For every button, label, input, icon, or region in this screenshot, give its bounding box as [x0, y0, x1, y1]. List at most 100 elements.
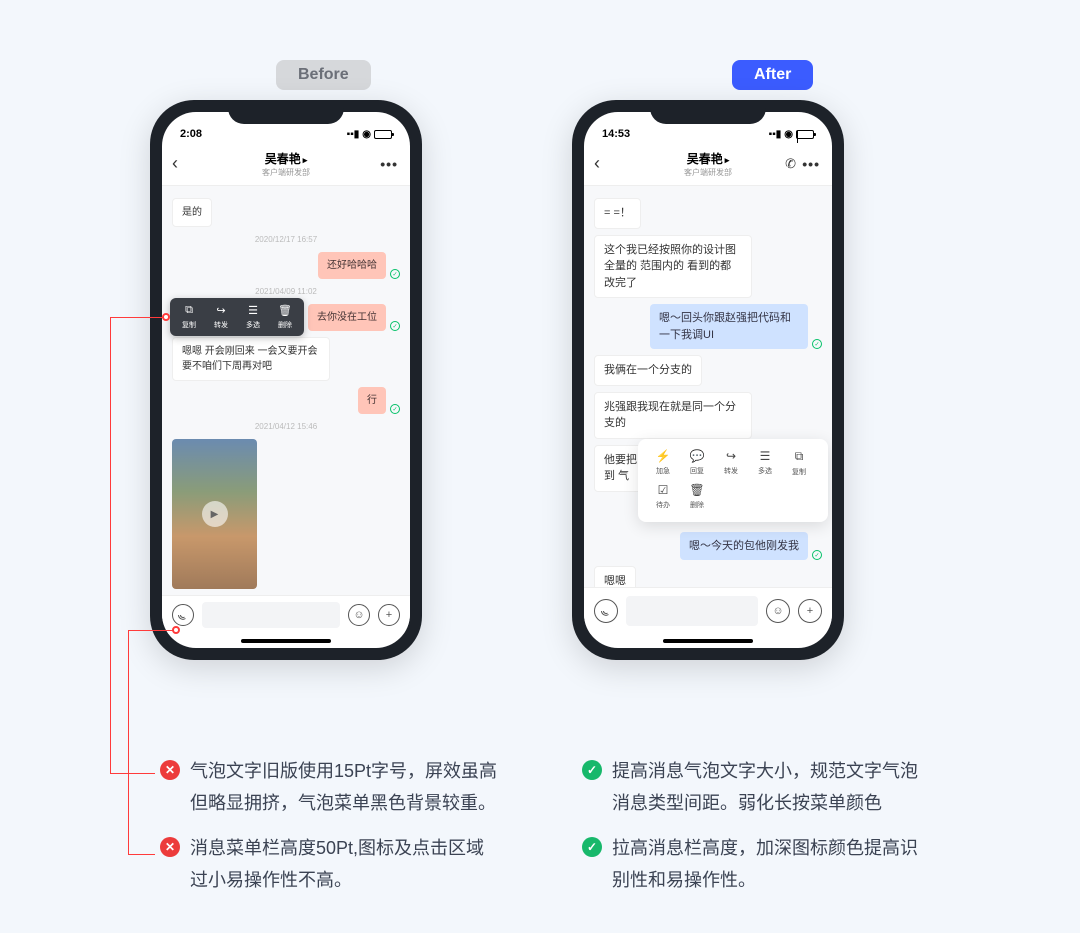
- chat-header: ‹ 吴春艳▸ 客户端研发部 •••: [162, 142, 410, 186]
- read-icon: ✓: [390, 404, 400, 414]
- copy-icon: ⧉: [795, 449, 804, 464]
- check-icon: ✓: [582, 760, 602, 780]
- callout-line: [110, 317, 111, 773]
- multi-icon: ☰: [760, 449, 771, 463]
- input-bar: ☺ +: [162, 595, 410, 634]
- delete-icon: 🗑: [278, 304, 292, 317]
- contact-dept: 客户端研发部: [684, 167, 732, 178]
- status-icons: ▪▪▮ ◉: [347, 129, 392, 140]
- timestamp: 2020/12/17 16:57: [172, 235, 400, 244]
- cross-icon: ✕: [160, 760, 180, 780]
- menu-delete[interactable]: 🗑删除: [270, 304, 300, 330]
- read-icon: ✓: [390, 269, 400, 279]
- note-item: ✕ 气泡文字旧版使用15Pt字号，屏效虽高但略显拥挤，气泡菜单黑色背景较重。: [160, 756, 500, 819]
- msg-in[interactable]: 嗯嗯: [594, 566, 636, 587]
- badge-after: After: [732, 60, 813, 90]
- msg-out[interactable]: 嗯～回头你跟赵强把代码和一下我调UI: [650, 304, 808, 349]
- contact-title[interactable]: 吴春艳▸: [684, 150, 732, 167]
- copy-icon: ⧉: [185, 304, 193, 317]
- callout-line: [128, 854, 155, 855]
- context-menu-light[interactable]: ⚡加急 💬回复 ↪转发 ☰多选 ⧉复制 ☑待办 🗑删除: [638, 439, 828, 522]
- timestamp: 2021/04/12 15:46: [172, 422, 400, 431]
- contact-title[interactable]: 吴春艳▸: [262, 150, 310, 167]
- phone-after: 14:53 ▪▪▮ ◉ ‹ 吴春艳▸ 客户端研发部 ✆ ••• = =！ 这个我…: [572, 100, 844, 660]
- menu-copy[interactable]: ⧉复制: [174, 304, 204, 330]
- delete-icon: 🗑: [689, 483, 704, 497]
- urgent-icon: ⚡: [656, 449, 671, 463]
- msg-out[interactable]: 行: [358, 387, 386, 414]
- more-button[interactable]: •••: [802, 156, 820, 172]
- battery-icon: [374, 130, 392, 139]
- back-button[interactable]: ‹: [594, 153, 600, 174]
- msg-in[interactable]: 嗯嗯 开会刚回来 一会又要开会 要不咱们下周再对吧: [172, 337, 330, 381]
- back-button[interactable]: ‹: [172, 153, 178, 174]
- menu-delete[interactable]: 🗑删除: [680, 483, 714, 510]
- menu-multi[interactable]: ☰多选: [748, 449, 782, 477]
- video-message[interactable]: ▶: [172, 439, 257, 589]
- msg-out[interactable]: 去你没在工位: [308, 304, 386, 331]
- menu-reply[interactable]: 💬回复: [680, 449, 714, 477]
- menu-forward[interactable]: ↪转发: [206, 304, 236, 330]
- voice-button[interactable]: [172, 604, 194, 626]
- badge-before: Before: [276, 60, 371, 90]
- call-button[interactable]: ✆: [785, 156, 796, 172]
- timestamp: 2021/04/09 11:02: [172, 287, 400, 296]
- msg-in[interactable]: 兆强跟我现在就是同一个分支的: [594, 392, 752, 439]
- voice-button[interactable]: [594, 599, 618, 623]
- note-text: 拉高消息栏高度，加深图标颜色提高识别性和易操作性。: [612, 833, 922, 896]
- msg-in[interactable]: = =！: [594, 198, 641, 229]
- note-text: 提高消息气泡文字大小，规范文字气泡消息类型间距。弱化长按菜单颜色: [612, 756, 922, 819]
- forward-icon: ↪: [216, 304, 225, 317]
- phone-before: 2:08 ▪▪▮ ◉ ‹ 吴春艳▸ 客户端研发部 ••• 是的 2020/12/…: [150, 100, 422, 660]
- context-menu-dark[interactable]: ⧉复制 ↪转发 ☰多选 🗑删除: [170, 298, 304, 336]
- msg-in[interactable]: 我俩在一个分支的: [594, 355, 702, 386]
- chat-body[interactable]: = =！ 这个我已经按照你的设计图 全量的 范围内的 看到的都改完了 嗯～回头你…: [584, 186, 832, 587]
- wifi-icon: ◉: [362, 129, 371, 140]
- note-text: 消息菜单栏高度50Pt,图标及点击区域过小易操作性不高。: [190, 833, 500, 896]
- more-button[interactable]: •••: [380, 156, 398, 172]
- notes-after: ✓ 提高消息气泡文字大小，规范文字气泡消息类型间距。弱化长按菜单颜色 ✓ 拉高消…: [582, 756, 922, 910]
- plus-button[interactable]: +: [378, 604, 400, 626]
- read-icon: ✓: [390, 321, 400, 331]
- callout-line: [110, 317, 164, 318]
- signal-icon: ▪▪▮: [769, 129, 782, 140]
- callout-line: [128, 630, 129, 854]
- emoji-button[interactable]: ☺: [348, 604, 370, 626]
- read-icon: ✓: [812, 339, 822, 349]
- home-indicator: [584, 634, 832, 648]
- msg-in[interactable]: 是的: [172, 198, 212, 227]
- signal-icon: ▪▪▮: [347, 129, 360, 140]
- note-item: ✓ 提高消息气泡文字大小，规范文字气泡消息类型间距。弱化长按菜单颜色: [582, 756, 922, 819]
- menu-copy[interactable]: ⧉复制: [782, 449, 816, 477]
- todo-icon: ☑: [658, 483, 669, 497]
- msg-out[interactable]: 嗯～今天的包他刚发我: [680, 532, 808, 561]
- plus-button[interactable]: +: [798, 599, 822, 623]
- menu-multi[interactable]: ☰多选: [238, 304, 268, 330]
- screen-before: 2:08 ▪▪▮ ◉ ‹ 吴春艳▸ 客户端研发部 ••• 是的 2020/12/…: [162, 112, 410, 648]
- msg-out[interactable]: 还好哈哈哈: [318, 252, 386, 279]
- menu-todo[interactable]: ☑待办: [646, 483, 680, 510]
- contact-dept: 客户端研发部: [262, 167, 310, 178]
- play-icon[interactable]: ▶: [202, 501, 228, 527]
- text-input[interactable]: [626, 596, 758, 626]
- wifi-icon: ◉: [784, 129, 793, 140]
- callout-line: [110, 773, 155, 774]
- menu-forward[interactable]: ↪转发: [714, 449, 748, 477]
- notch: [650, 100, 766, 124]
- emoji-button[interactable]: ☺: [766, 599, 790, 623]
- callout-line: [128, 630, 174, 631]
- text-input[interactable]: [202, 602, 340, 628]
- battery-icon: [796, 130, 814, 139]
- input-bar: ☺ +: [584, 587, 832, 634]
- note-item: ✕ 消息菜单栏高度50Pt,图标及点击区域过小易操作性不高。: [160, 833, 500, 896]
- notes-before: ✕ 气泡文字旧版使用15Pt字号，屏效虽高但略显拥挤，气泡菜单黑色背景较重。 ✕…: [160, 756, 500, 910]
- chat-header: ‹ 吴春艳▸ 客户端研发部 ✆ •••: [584, 142, 832, 186]
- clock: 2:08: [180, 128, 202, 140]
- home-indicator: [162, 634, 410, 648]
- clock: 14:53: [602, 128, 630, 140]
- cross-icon: ✕: [160, 837, 180, 857]
- chat-body[interactable]: 是的 2020/12/17 16:57 还好哈哈哈 ✓ 2021/04/09 11…: [162, 186, 410, 595]
- menu-urgent[interactable]: ⚡加急: [646, 449, 680, 477]
- check-icon: ✓: [582, 837, 602, 857]
- msg-in[interactable]: 这个我已经按照你的设计图 全量的 范围内的 看到的都改完了: [594, 235, 752, 299]
